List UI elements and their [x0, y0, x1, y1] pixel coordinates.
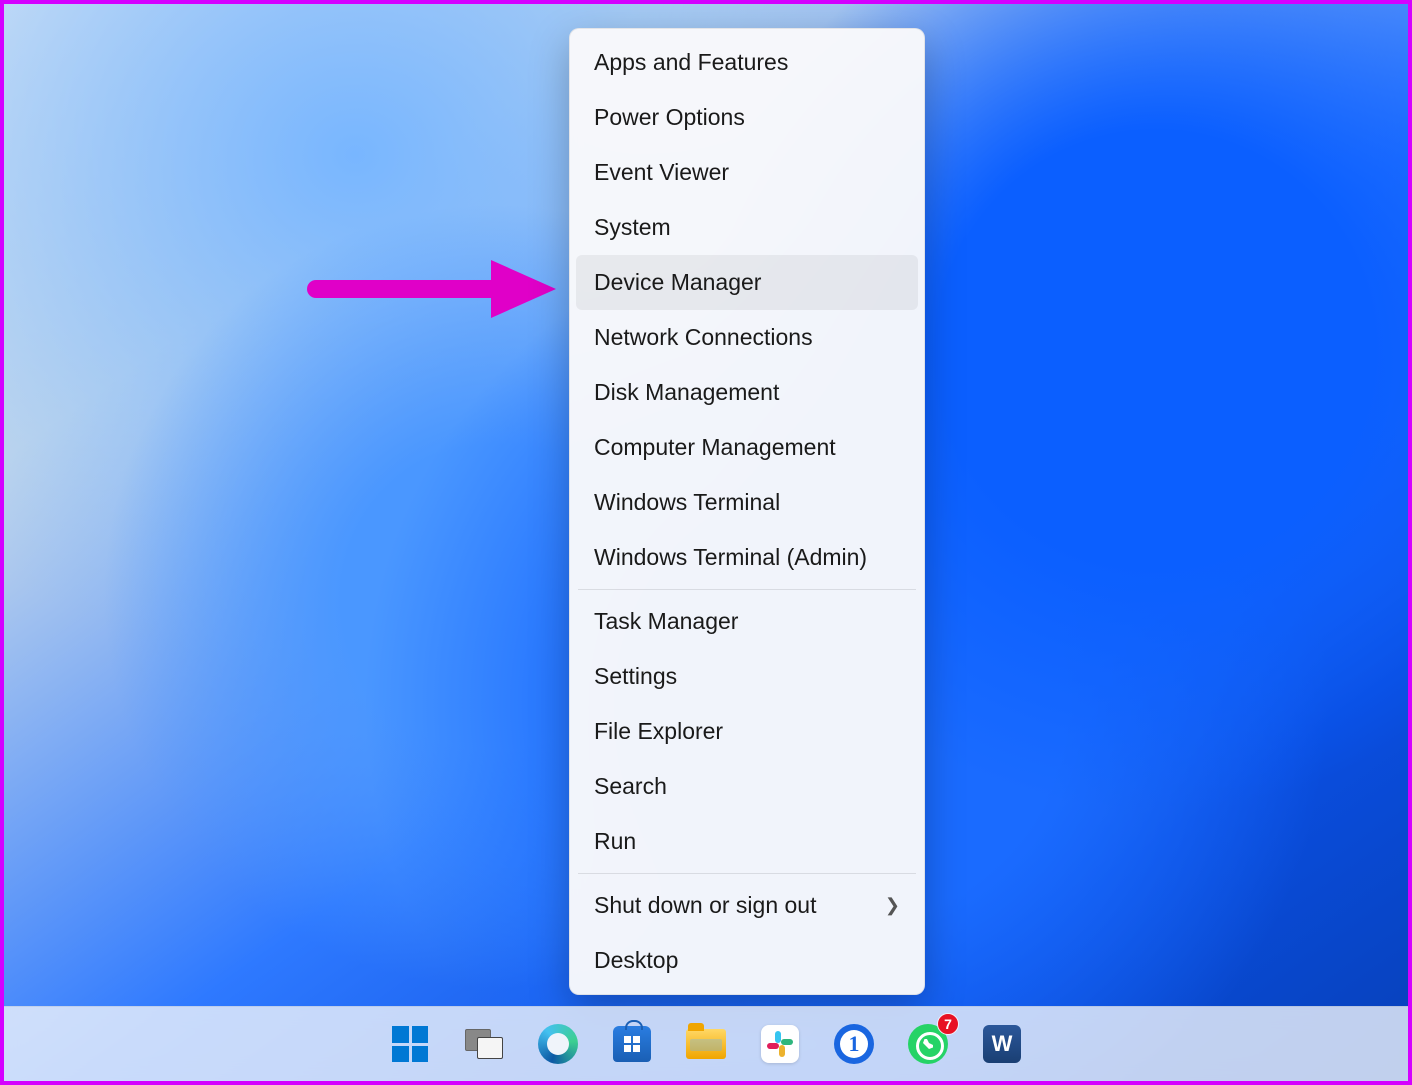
folder-icon: [686, 1029, 726, 1059]
menu-item-event-viewer[interactable]: Event Viewer: [576, 145, 918, 200]
menu-item-label: Power Options: [594, 104, 745, 131]
menu-item-label: Disk Management: [594, 379, 779, 406]
menu-item-apps-and-features[interactable]: Apps and Features: [576, 35, 918, 90]
menu-item-power-options[interactable]: Power Options: [576, 90, 918, 145]
menu-item-label: Desktop: [594, 947, 678, 974]
menu-separator: [578, 589, 916, 590]
menu-item-label: File Explorer: [594, 718, 723, 745]
chevron-right-icon: ❯: [885, 895, 900, 916]
menu-item-label: Event Viewer: [594, 159, 729, 186]
microsoft-store-app[interactable]: [607, 1019, 657, 1069]
menu-item-search[interactable]: Search: [576, 759, 918, 814]
menu-item-windows-terminal[interactable]: Windows Terminal: [576, 475, 918, 530]
edge-app[interactable]: [533, 1019, 583, 1069]
menu-item-label: System: [594, 214, 671, 241]
slack-app[interactable]: [755, 1019, 805, 1069]
menu-item-shut-down-or-sign-out[interactable]: Shut down or sign out ❯: [576, 878, 918, 933]
menu-item-label: Search: [594, 773, 667, 800]
winx-context-menu: Apps and Features Power Options Event Vi…: [569, 28, 925, 995]
notification-badge: 7: [937, 1013, 959, 1035]
menu-item-label: Task Manager: [594, 608, 738, 635]
menu-separator: [578, 873, 916, 874]
onepassword-app[interactable]: 1: [829, 1019, 879, 1069]
menu-item-label: Shut down or sign out: [594, 892, 816, 919]
menu-item-device-manager[interactable]: Device Manager: [576, 255, 918, 310]
menu-item-windows-terminal-admin[interactable]: Windows Terminal (Admin): [576, 530, 918, 585]
menu-item-network-connections[interactable]: Network Connections: [576, 310, 918, 365]
menu-item-task-manager[interactable]: Task Manager: [576, 594, 918, 649]
task-view-button[interactable]: [459, 1019, 509, 1069]
windows-icon: [392, 1026, 428, 1062]
store-icon: [613, 1026, 651, 1062]
onepassword-icon: 1: [834, 1024, 874, 1064]
onepassword-glyph: 1: [840, 1030, 868, 1058]
menu-item-settings[interactable]: Settings: [576, 649, 918, 704]
whatsapp-app[interactable]: 7: [903, 1019, 953, 1069]
menu-item-computer-management[interactable]: Computer Management: [576, 420, 918, 475]
menu-item-disk-management[interactable]: Disk Management: [576, 365, 918, 420]
menu-item-label: Windows Terminal (Admin): [594, 544, 867, 571]
menu-item-label: Settings: [594, 663, 677, 690]
menu-item-label: Apps and Features: [594, 49, 788, 76]
taskbar: 1 7 W: [4, 1006, 1408, 1081]
word-icon: W: [983, 1025, 1021, 1063]
menu-item-desktop[interactable]: Desktop: [576, 933, 918, 988]
menu-item-run[interactable]: Run: [576, 814, 918, 869]
task-view-icon: [465, 1029, 503, 1059]
menu-item-label: Computer Management: [594, 434, 836, 461]
menu-item-system[interactable]: System: [576, 200, 918, 255]
menu-item-label: Device Manager: [594, 269, 761, 296]
edge-icon: [538, 1024, 578, 1064]
menu-item-label: Network Connections: [594, 324, 813, 351]
menu-item-file-explorer[interactable]: File Explorer: [576, 704, 918, 759]
slack-icon: [761, 1025, 799, 1063]
word-app[interactable]: W: [977, 1019, 1027, 1069]
start-button[interactable]: [385, 1019, 435, 1069]
file-explorer-app[interactable]: [681, 1019, 731, 1069]
menu-item-label: Windows Terminal: [594, 489, 780, 516]
menu-item-label: Run: [594, 828, 636, 855]
